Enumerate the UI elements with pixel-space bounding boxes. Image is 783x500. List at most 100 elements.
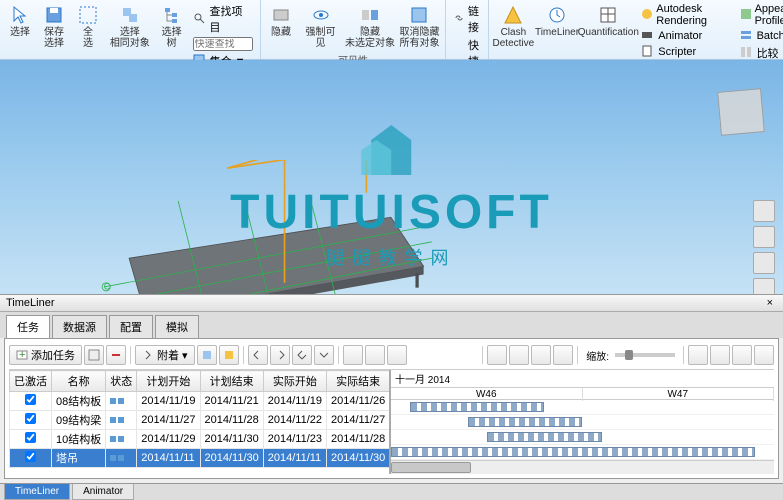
viewport-3d[interactable]: ABC TUITUISOFT 腿腿教学网 <box>0 60 783 294</box>
table-row[interactable]: 09结构梁2014/11/272014/11/282014/11/222014/… <box>10 411 390 430</box>
cell-plan-start: 2014/11/11 <box>137 449 200 468</box>
nav-look-button[interactable] <box>753 278 775 294</box>
svg-text:C: C <box>104 281 111 291</box>
cell-act-start: 2014/11/11 <box>263 449 326 468</box>
zoom-label: 缩放: <box>586 348 609 363</box>
add-task-button[interactable]: +添加任务 <box>9 345 82 365</box>
quick-find-input[interactable] <box>190 36 256 52</box>
quantification-button[interactable]: Quantification <box>580 2 636 40</box>
tb-btn-15[interactable] <box>553 345 573 365</box>
row-active-checkbox[interactable] <box>25 432 36 443</box>
cell-plan-start: 2014/11/27 <box>137 411 200 430</box>
unhide-all-button[interactable]: 取消隐藏 所有对象 <box>398 2 441 51</box>
nav-pan-button[interactable] <box>753 200 775 222</box>
gantt-chart[interactable]: 十一月 2014 W46 W47 <box>389 370 774 474</box>
tb-btn-9[interactable] <box>343 345 363 365</box>
cell-name: 塔吊 <box>52 449 106 468</box>
tb-btn-7[interactable] <box>292 345 312 365</box>
panel-title-text: TimeLiner <box>6 297 55 309</box>
tb-btn-3[interactable] <box>197 345 217 365</box>
table-row[interactable]: 10结构板2014/11/292014/11/302014/11/232014/… <box>10 430 390 449</box>
tab-config[interactable]: 配置 <box>109 315 153 338</box>
scripter-button[interactable]: Scripter <box>638 44 734 60</box>
tb-btn-13[interactable] <box>509 345 529 365</box>
cell-status <box>106 411 137 430</box>
row-active-checkbox[interactable] <box>25 451 36 462</box>
timeliner-tabs: 任务 数据源 配置 模拟 <box>0 312 783 338</box>
cell-name: 10结构板 <box>52 430 106 449</box>
row-active-checkbox[interactable] <box>25 394 36 405</box>
tb-btn-2[interactable] <box>106 345 126 365</box>
appearance-button[interactable]: Appearance Profile <box>737 2 783 28</box>
status-icon <box>110 415 124 425</box>
tb-btn-10[interactable] <box>365 345 385 365</box>
animator-button[interactable]: Animator <box>638 28 734 44</box>
tb-btn-1[interactable] <box>84 345 104 365</box>
hide-icon <box>270 4 292 26</box>
tb-btn-18[interactable] <box>732 345 752 365</box>
tb-btn-11[interactable] <box>387 345 407 365</box>
cell-plan-end: 2014/11/30 <box>200 449 263 468</box>
tb-btn-8[interactable] <box>314 345 334 365</box>
animator-icon <box>641 29 655 43</box>
task-grid[interactable]: 已激活 名称 状态 计划开始 计划结束 实际开始 实际结束 任务类型 08结构板… <box>9 370 389 474</box>
select-button[interactable]: 选择 <box>4 2 36 40</box>
force-visible-button[interactable]: 强制可见 <box>299 2 342 51</box>
render-icon <box>641 8 653 22</box>
rendering-button[interactable]: Autodesk Rendering <box>638 2 734 28</box>
tb-btn-12[interactable] <box>487 345 507 365</box>
cell-name: 09结构梁 <box>52 411 106 430</box>
tb-btn-14[interactable] <box>531 345 551 365</box>
cell-plan-end: 2014/11/21 <box>200 392 263 411</box>
view-cube[interactable] <box>717 88 765 136</box>
table-row[interactable]: 08结构板2014/11/192014/11/212014/11/192014/… <box>10 392 390 411</box>
tb-btn-4[interactable] <box>219 345 239 365</box>
tab-datasources[interactable]: 数据源 <box>52 315 107 338</box>
tab-tasks[interactable]: 任务 <box>6 315 50 338</box>
timeliner-button[interactable]: TimeLiner <box>536 2 579 40</box>
selection-tree-button[interactable]: 选择 树 <box>156 2 188 51</box>
add-icon: + <box>16 349 28 361</box>
tree-icon <box>161 4 183 26</box>
status-icon <box>110 453 124 463</box>
batch-button[interactable]: Batch Utility <box>737 28 783 44</box>
cell-status <box>106 430 137 449</box>
tb-btn-19[interactable] <box>754 345 774 365</box>
row-active-checkbox[interactable] <box>25 413 36 424</box>
tb-btn-16[interactable] <box>688 345 708 365</box>
cell-status <box>106 449 137 468</box>
tab-simulate[interactable]: 模拟 <box>155 315 199 338</box>
compare-icon <box>740 46 754 60</box>
ribbon: 选择 保存 选择 全 选 选择 相同对象 选择 树 查找项目 集合 ▼ <box>0 0 783 60</box>
select-same-button[interactable]: 选择 相同对象 <box>106 2 154 51</box>
select-same-icon <box>119 4 141 26</box>
cell-act-end: 2014/11/28 <box>327 430 390 449</box>
tb-btn-17[interactable] <box>710 345 730 365</box>
ribbon-group-select: 选择 保存 选择 全 选 选择 相同对象 选择 树 查找项目 集合 ▼ <box>0 0 261 59</box>
panel-titlebar[interactable]: TimeLiner × <box>0 295 783 312</box>
cell-name: 08结构板 <box>52 392 106 411</box>
attach-button[interactable]: 附着 ▾ <box>135 345 195 365</box>
save-selection-button[interactable]: 保存 选择 <box>38 2 70 51</box>
panel-close-button[interactable]: × <box>763 297 777 309</box>
cell-act-start: 2014/11/22 <box>263 411 326 430</box>
select-all-button[interactable]: 全 选 <box>72 2 104 51</box>
tb-btn-6[interactable] <box>270 345 290 365</box>
table-row[interactable]: 塔吊2014/11/112014/11/302014/11/112014/11/… <box>10 449 390 468</box>
nav-orbit-button[interactable] <box>753 252 775 274</box>
links-button[interactable]: 链接 <box>450 2 484 36</box>
zoom-slider[interactable] <box>615 353 675 357</box>
bottom-tab-timeliner[interactable]: TimeLiner <box>4 484 70 500</box>
link-icon <box>453 12 465 26</box>
bottom-tab-animator[interactable]: Animator <box>72 484 134 500</box>
hide-unselected-button[interactable]: 隐藏 未选定对象 <box>344 2 396 51</box>
clash-detective-button[interactable]: Clash Detective <box>493 2 534 51</box>
hide-button[interactable]: 隐藏 <box>265 2 297 40</box>
hide-unsel-icon <box>359 4 381 26</box>
find-items-button[interactable]: 查找项目 <box>190 2 256 36</box>
tb-btn-5[interactable] <box>248 345 268 365</box>
grid-header-row: 已激活 名称 状态 计划开始 计划结束 实际开始 实际结束 任务类型 <box>10 371 390 392</box>
nav-zoom-button[interactable] <box>753 226 775 248</box>
gantt-scrollbar[interactable] <box>391 460 774 474</box>
cell-act-start: 2014/11/19 <box>263 392 326 411</box>
